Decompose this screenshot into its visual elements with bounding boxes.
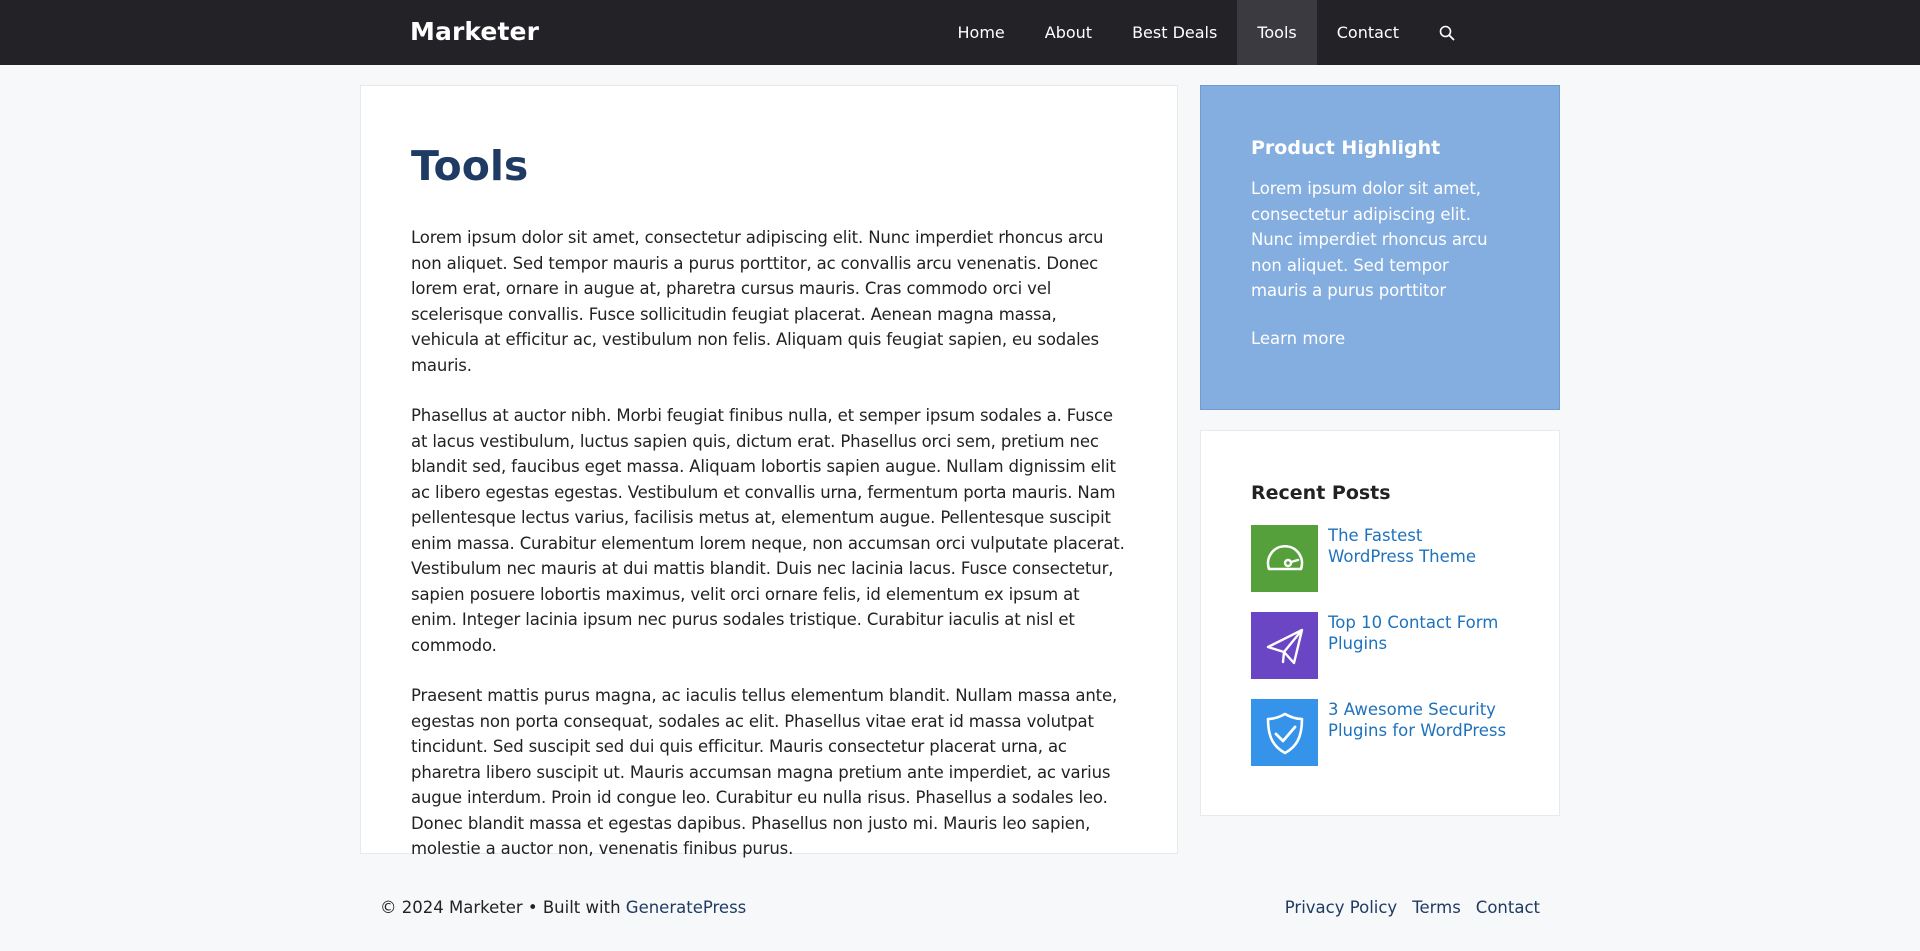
footer-link-contact[interactable]: Contact (1476, 898, 1540, 917)
footer-links: Privacy Policy Terms Contact (1285, 898, 1540, 917)
recent-post-item[interactable]: 3 Awesome Security Plugins for WordPress (1251, 699, 1509, 766)
content-paragraph: Phasellus at auctor nibh. Morbi feugiat … (411, 406, 1125, 655)
generatepress-link[interactable]: GeneratePress (626, 898, 747, 917)
nav-item-best-deals[interactable]: Best Deals (1112, 0, 1237, 65)
paper-plane-icon[interactable] (1251, 612, 1318, 679)
copyright-text: © 2024 Marketer • Built with (380, 898, 626, 917)
nav-item-tools[interactable]: Tools (1237, 0, 1317, 65)
recent-post-link[interactable]: 3 Awesome Security Plugins for WordPress (1328, 700, 1509, 741)
recent-post-link[interactable]: The Fastest WordPress Theme (1328, 526, 1509, 567)
site-header: Marketer Home About Best Deals Tools Con… (0, 0, 1920, 65)
widget-title: Recent Posts (1251, 482, 1391, 504)
recent-post-item[interactable]: The Fastest WordPress Theme (1251, 525, 1509, 592)
footer-link-terms[interactable]: Terms (1412, 898, 1461, 917)
shield-check-icon[interactable] (1251, 699, 1318, 766)
nav-item-contact[interactable]: Contact (1317, 0, 1419, 65)
main-navigation: Home About Best Deals Tools Contact (938, 0, 1476, 65)
content-paragraph: Lorem ipsum dolor sit amet, consectetur … (411, 228, 1104, 375)
recent-post-link[interactable]: Top 10 Contact Form Plugins (1328, 613, 1509, 654)
footer-link-privacy-policy[interactable]: Privacy Policy (1285, 898, 1397, 917)
page-title: Tools (411, 142, 529, 190)
site-brand[interactable]: Marketer (410, 17, 539, 46)
recent-post-item[interactable]: Top 10 Contact Form Plugins (1251, 612, 1509, 679)
widget-text: Lorem ipsum dolor sit amet, consectetur … (1251, 179, 1488, 300)
widget-title: Product Highlight (1251, 137, 1441, 159)
learn-more-link[interactable]: Learn more (1251, 329, 1345, 348)
product-highlight-widget: Product Highlight Lorem ipsum dolor sit … (1200, 85, 1560, 410)
footer-copyright: © 2024 Marketer • Built with GeneratePre… (380, 898, 746, 917)
nav-item-home[interactable]: Home (938, 0, 1025, 65)
content-paragraph: Praesent mattis purus magna, ac iaculis … (411, 686, 1118, 858)
speedometer-icon[interactable] (1251, 525, 1318, 592)
search-icon[interactable] (1419, 0, 1475, 65)
nav-item-about[interactable]: About (1025, 0, 1112, 65)
recent-posts-widget: Recent Posts The Fastest WordPress Theme… (1200, 430, 1560, 816)
main-content: Tools Lorem ipsum dolor sit amet, consec… (360, 85, 1178, 858)
